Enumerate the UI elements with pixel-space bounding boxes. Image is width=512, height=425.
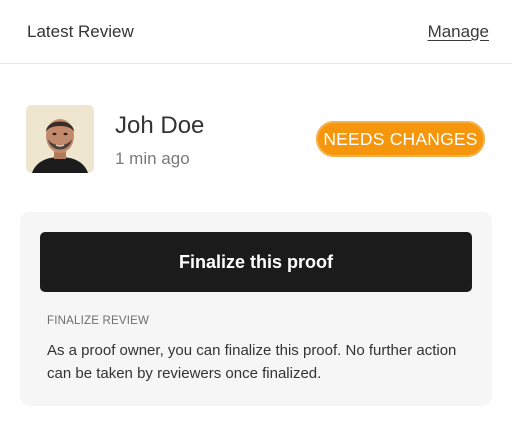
- latest-review-card: Latest Review Manage Joh Doe 1 min ago N…: [0, 0, 512, 425]
- card-header: Latest Review Manage: [0, 0, 512, 64]
- finalize-review-label: FINALIZE REVIEW: [47, 315, 150, 327]
- finalize-description: As a proof owner, you can finalize this …: [47, 342, 457, 382]
- reviewer-name: Joh Doe: [115, 112, 205, 139]
- person-avatar-icon: [26, 105, 94, 173]
- finalize-panel: Finalize this proof FINALIZE REVIEW As a…: [20, 212, 492, 406]
- card-title: Latest Review: [27, 22, 134, 41]
- avatar: [26, 105, 94, 173]
- status-badge: NEEDS CHANGES: [316, 121, 485, 157]
- manage-link[interactable]: Manage: [428, 22, 489, 42]
- review-timestamp: 1 min ago: [115, 149, 190, 168]
- finalize-proof-button[interactable]: Finalize this proof: [40, 232, 472, 292]
